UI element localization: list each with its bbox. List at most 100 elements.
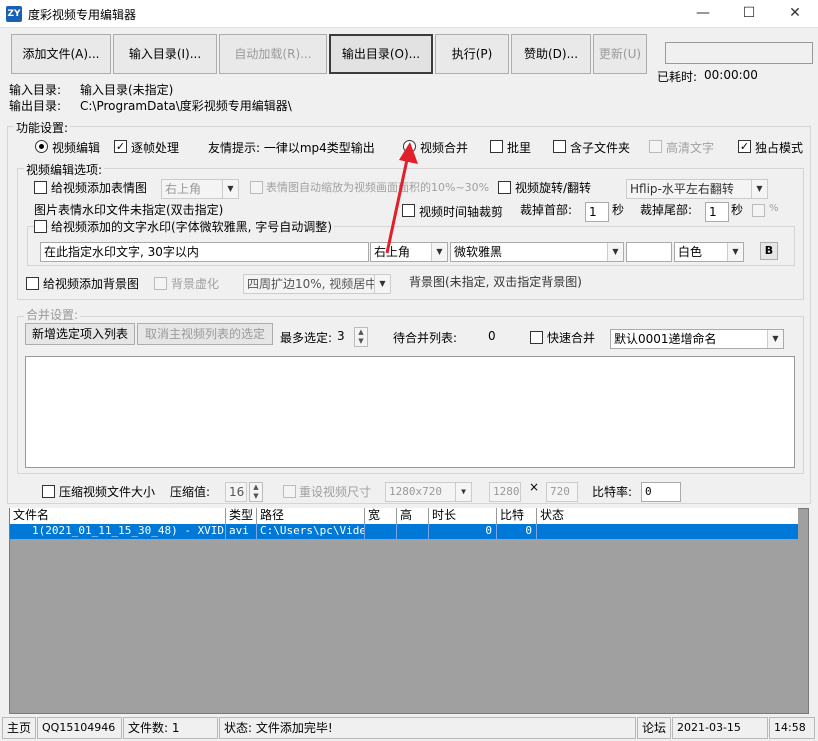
- progress-box: [665, 42, 813, 64]
- input-dir-value: 输入目录(未指定): [80, 81, 173, 98]
- trim-percent-label: %: [769, 203, 779, 214]
- add-selected-button[interactable]: 新增选定项入列表: [25, 323, 135, 345]
- merge-list[interactable]: [25, 356, 795, 468]
- row-height: [397, 524, 429, 539]
- frame-by-frame-label: 逐帧处理: [131, 139, 179, 156]
- color-select[interactable]: 白色▼: [674, 242, 744, 262]
- add-emoji-label: 给视频添加表情图: [51, 179, 147, 196]
- bold-button[interactable]: B: [760, 242, 778, 260]
- trim-head-label: 裁掉首部:: [520, 201, 572, 218]
- row-type: avi: [226, 524, 257, 539]
- col-status[interactable]: 状态: [537, 508, 798, 524]
- size-preset-select[interactable]: 1280x720▼: [385, 482, 472, 502]
- blur-background-checkbox[interactable]: [154, 277, 167, 290]
- status-forum[interactable]: 论坛: [637, 717, 671, 739]
- add-emoji-checkbox[interactable]: [34, 181, 47, 194]
- width-input[interactable]: 1280: [489, 482, 521, 502]
- app-icon: ZY: [6, 6, 22, 22]
- flip-option-select[interactable]: Hflip-水平左右翻转▼: [626, 179, 768, 199]
- compress-ratio-spinner[interactable]: ▲▼: [249, 482, 263, 502]
- max-select-spinner[interactable]: ▲▼: [354, 327, 368, 347]
- col-duration[interactable]: 时长: [429, 508, 497, 524]
- compress-label: 压缩视频文件大小: [59, 483, 155, 500]
- window-title: 度彩视频专用编辑器: [28, 6, 136, 23]
- execute-button[interactable]: 执行(P): [435, 34, 509, 74]
- color-preview: [626, 242, 672, 262]
- batch-label: 批里: [507, 139, 531, 156]
- col-height[interactable]: 高: [397, 508, 429, 524]
- output-dir-button[interactable]: 输出目录(O)...: [329, 34, 433, 74]
- compress-ratio-input[interactable]: 16: [225, 482, 247, 502]
- row-path: C:\Users\pc\Video: [257, 524, 365, 539]
- height-input[interactable]: 720: [546, 482, 578, 502]
- font-select[interactable]: 微软雅黑▼: [450, 242, 624, 262]
- annotation-arrow-icon: [370, 130, 430, 260]
- fast-merge-checkbox[interactable]: [530, 331, 543, 344]
- image-watermark-unset[interactable]: 图片表情水印文件未指定(双击指定): [34, 201, 223, 218]
- compress-checkbox[interactable]: [42, 485, 55, 498]
- status-state: 状态: 文件添加完毕!: [219, 717, 636, 739]
- video-edit-radio[interactable]: [35, 140, 48, 153]
- row-bitrate: 0: [497, 524, 537, 539]
- row-status: [537, 524, 798, 539]
- minimize-button[interactable]: —: [680, 0, 726, 28]
- status-file-count: 文件数: 1: [123, 717, 218, 739]
- bitrate-label: 比特率:: [592, 483, 632, 500]
- include-subfolders-checkbox[interactable]: [553, 140, 566, 153]
- input-dir-button[interactable]: 输入目录(I)...: [113, 34, 217, 74]
- add-background-checkbox[interactable]: [26, 277, 39, 290]
- col-filename[interactable]: 文件名: [10, 508, 226, 524]
- watermark-text-input[interactable]: 在此指定水印文字, 30字以内: [40, 242, 369, 262]
- col-bitrate[interactable]: 比特: [497, 508, 537, 524]
- add-background-label: 给视频添加背景图: [43, 275, 139, 292]
- background-unset[interactable]: 背景图(未指定, 双击指定背景图): [409, 273, 582, 290]
- output-dir-label: 输出目录:: [9, 97, 61, 114]
- rotate-flip-checkbox[interactable]: [498, 181, 511, 194]
- trim-tail-unit: 秒: [731, 201, 743, 218]
- text-watermark-checkbox[interactable]: [34, 220, 47, 233]
- close-button[interactable]: ✕: [772, 0, 818, 28]
- pending-value: 0: [488, 329, 496, 343]
- fast-merge-label: 快速合并: [547, 329, 595, 346]
- add-file-button[interactable]: 添加文件(A)...: [11, 34, 111, 74]
- auto-load-button[interactable]: 自动加载(R)...: [219, 34, 327, 74]
- naming-select[interactable]: 默认0001递增命名▼: [610, 329, 784, 349]
- bitrate-input[interactable]: 0: [641, 482, 681, 502]
- trim-percent-checkbox[interactable]: [752, 204, 765, 217]
- edit-options-title: 视频编辑选项:: [24, 161, 104, 178]
- frame-by-frame-checkbox[interactable]: ✓: [114, 140, 127, 153]
- video-edit-label: 视频编辑: [52, 139, 100, 156]
- elapsed-label: 已耗时:: [657, 68, 697, 85]
- auto-scale-checkbox[interactable]: [250, 181, 263, 194]
- background-mode-select[interactable]: 四周扩边10%, 视频居中▼: [243, 274, 391, 294]
- status-time: 14:58: [769, 717, 815, 739]
- exclusive-mode-label: 独占模式: [755, 139, 803, 156]
- merge-settings-title: 合并设置:: [24, 306, 80, 323]
- col-type[interactable]: 类型: [226, 508, 257, 524]
- max-select-value: 3: [337, 329, 345, 343]
- trim-tail-label: 裁掉尾部:: [640, 201, 692, 218]
- trim-head-input[interactable]: 1: [585, 202, 609, 222]
- hd-text-checkbox[interactable]: [649, 140, 662, 153]
- donate-button[interactable]: 赞助(D)...: [511, 34, 591, 74]
- col-width[interactable]: 宽: [365, 508, 397, 524]
- update-button[interactable]: 更新(U): [593, 34, 647, 74]
- trim-tail-input[interactable]: 1: [705, 202, 729, 222]
- row-duration: 0: [429, 524, 497, 539]
- function-settings-title: 功能设置:: [14, 119, 70, 136]
- emoji-position-select[interactable]: 右上角▼: [161, 179, 239, 199]
- cancel-selected-button[interactable]: 取消主视频列表的选定: [137, 323, 273, 345]
- include-subfolders-label: 含子文件夹: [570, 139, 630, 156]
- batch-checkbox[interactable]: [490, 140, 503, 153]
- status-date: 2021-03-15: [672, 717, 768, 739]
- trim-head-unit: 秒: [612, 201, 624, 218]
- status-home[interactable]: 主页: [2, 717, 36, 739]
- maximize-button[interactable]: ☐: [726, 0, 772, 28]
- rotate-flip-label: 视频旋转/翻转: [515, 179, 591, 196]
- compress-ratio-label: 压缩值:: [170, 483, 210, 500]
- output-dir-value: C:\ProgramData\度彩视频专用编辑器\: [80, 97, 292, 114]
- resize-label: 重设视频尺寸: [299, 483, 371, 500]
- col-path[interactable]: 路径: [257, 508, 365, 524]
- resize-checkbox[interactable]: [283, 485, 296, 498]
- exclusive-mode-checkbox[interactable]: ✓: [738, 140, 751, 153]
